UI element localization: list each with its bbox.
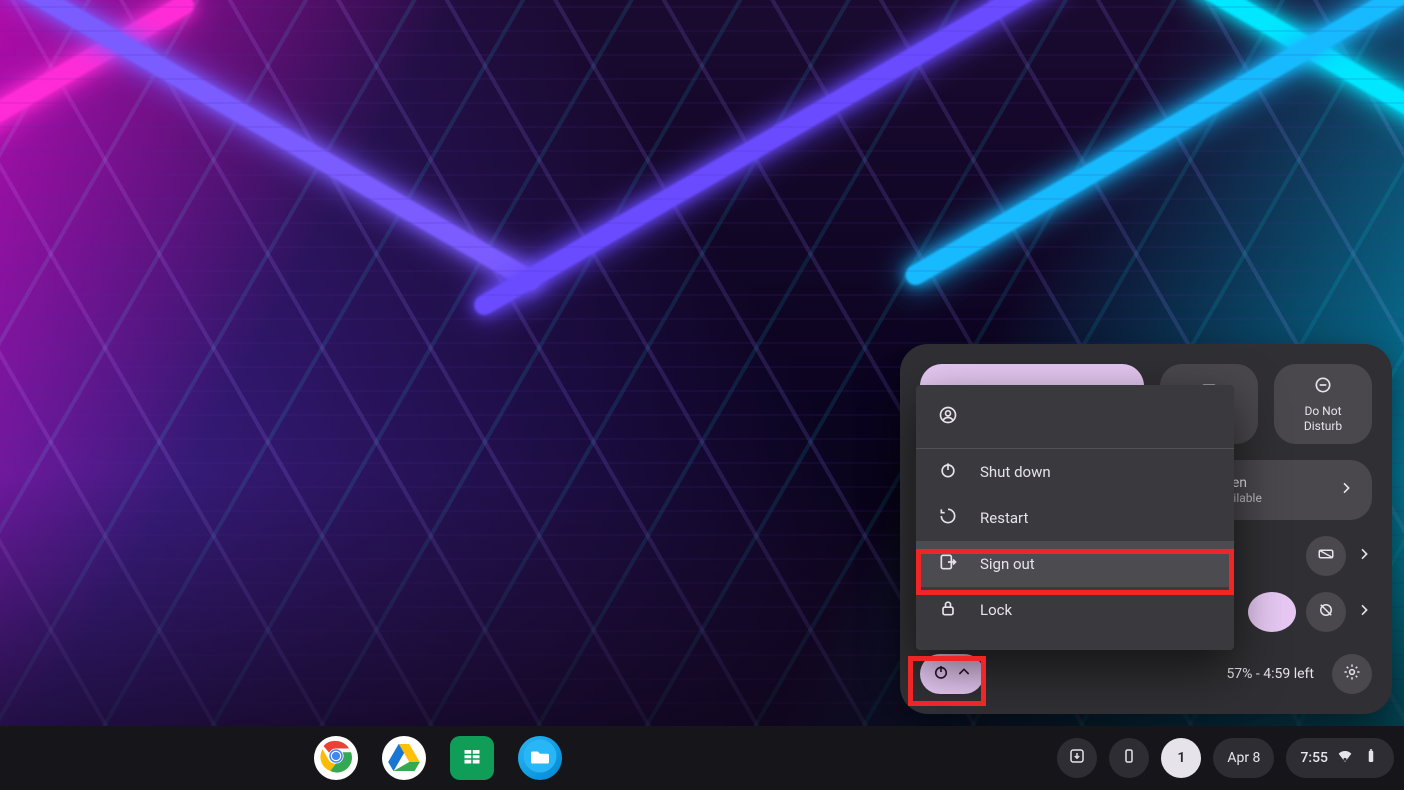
app-chrome[interactable]	[314, 736, 358, 780]
lock-icon	[938, 598, 958, 622]
shelf-time: 7:55	[1300, 750, 1328, 766]
chrome-icon	[318, 738, 354, 778]
shelf-phone-hub-button[interactable]	[1109, 738, 1149, 778]
chevron-right-icon[interactable]	[1356, 602, 1372, 622]
keyboard-brightness-button[interactable]	[1306, 536, 1346, 576]
battery-status-text: 57% - 4:59 left	[1226, 666, 1314, 682]
chevron-right-icon	[1338, 480, 1354, 500]
accent-toggle[interactable]	[1248, 592, 1296, 632]
phone-icon	[1120, 747, 1138, 769]
power-menu-signout-label: Sign out	[980, 555, 1035, 573]
keyboard-icon	[1317, 545, 1335, 567]
power-menu-lock-label: Lock	[980, 601, 1012, 619]
shelf-date-text: Apr 8	[1227, 750, 1260, 766]
power-menu-shutdown-label: Shut down	[980, 463, 1051, 481]
power-menu-restart-label: Restart	[980, 509, 1028, 527]
power-menu-shutdown[interactable]: Shut down	[916, 449, 1234, 495]
shelf-date-pill[interactable]: Apr 8	[1213, 738, 1274, 778]
signout-icon	[938, 552, 958, 576]
power-icon	[938, 460, 958, 484]
dnd-tile[interactable]: Do NotDisturb	[1274, 364, 1372, 444]
dnd-icon	[1313, 375, 1333, 398]
restart-icon	[938, 506, 958, 530]
app-files[interactable]	[518, 736, 562, 780]
chevron-right-icon[interactable]	[1356, 546, 1372, 566]
dark-theme-icon	[1317, 601, 1335, 623]
wifi-icon	[1336, 747, 1354, 769]
shelf-downloads-button[interactable]	[1057, 738, 1097, 778]
download-tray-icon	[1068, 747, 1086, 769]
app-sheets[interactable]	[450, 736, 494, 780]
folder-icon	[522, 738, 558, 778]
sheets-icon	[454, 738, 490, 778]
power-menu: Shut down Restart Sign out Lock	[916, 385, 1234, 650]
settings-button[interactable]	[1332, 654, 1372, 694]
power-menu-signout[interactable]: Sign out	[916, 541, 1234, 587]
shelf-notification-count[interactable]: 1	[1161, 738, 1201, 778]
power-icon	[932, 663, 950, 685]
power-menu-account-row[interactable]	[916, 385, 1234, 449]
drive-icon	[386, 738, 422, 778]
account-icon	[938, 405, 958, 429]
chevron-up-icon	[956, 664, 972, 684]
dark-theme-button[interactable]	[1306, 592, 1346, 632]
power-menu-restart[interactable]: Restart	[916, 495, 1234, 541]
power-menu-lock[interactable]: Lock	[916, 587, 1234, 633]
notification-count-value: 1	[1177, 750, 1185, 766]
app-drive[interactable]	[382, 736, 426, 780]
gear-icon	[1343, 663, 1361, 685]
shelf-status-area[interactable]: 7:55	[1286, 738, 1394, 778]
battery-icon	[1362, 747, 1380, 769]
power-menu-button[interactable]	[920, 654, 984, 694]
shelf: 1 Apr 8 7:55	[0, 726, 1404, 790]
